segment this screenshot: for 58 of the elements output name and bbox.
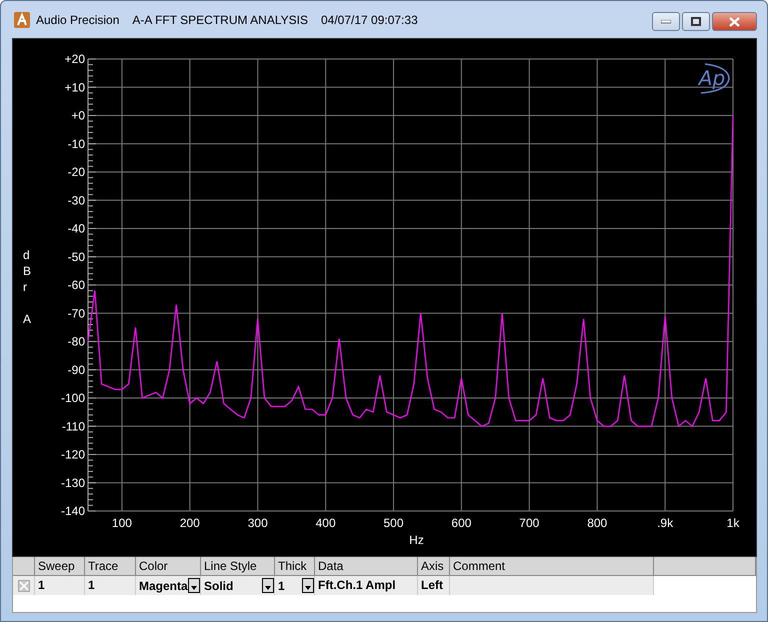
dropdown-cell[interactable]: Magenta — [136, 576, 201, 595]
y-tick-label: -70 — [68, 306, 85, 320]
y-tick-label: +10 — [64, 80, 85, 94]
cell-text: 1 — [278, 578, 285, 592]
y-tick-label: +0 — [71, 108, 85, 122]
dropdown-cell[interactable]: Solid — [201, 576, 275, 595]
cell-text: Magenta — [139, 578, 188, 592]
column-header[interactable]: Comment — [450, 557, 654, 576]
y-tick-label: -80 — [68, 334, 85, 348]
x-tick-label: .9k — [657, 516, 674, 530]
minimize-button[interactable] — [652, 12, 680, 31]
y-tick-label: -110 — [62, 419, 85, 434]
column-header[interactable]: Trace — [85, 557, 136, 576]
column-header[interactable]: Thick — [275, 557, 315, 576]
table-cell: Fft.Ch.1 Ampl — [315, 576, 418, 595]
column-header[interactable]: Sweep — [35, 557, 85, 576]
cell-text: Solid — [204, 578, 234, 592]
y-tick-label: -50 — [68, 250, 85, 264]
column-header[interactable]: Axis — [418, 557, 450, 576]
x-tick-label: 800 — [587, 516, 608, 530]
y-tick-label: -120 — [60, 448, 85, 462]
y-tick-label: -20 — [68, 165, 85, 179]
x-tick-label: 600 — [451, 516, 472, 530]
table-cell: 1 — [85, 576, 136, 595]
close-button[interactable] — [712, 12, 757, 31]
y-tick-label: -140 — [60, 504, 85, 518]
y-tick-label: -130 — [60, 476, 85, 490]
window-title: A-A FFT SPECTRUM ANALYSIS — [132, 12, 308, 26]
table-cell: 1 — [35, 576, 85, 595]
column-header[interactable]: Line Style — [201, 557, 275, 576]
x-tick-label: 200 — [180, 516, 200, 530]
window-title: 04/07/17 09:07:33 — [320, 12, 418, 26]
x-tick-label: 400 — [316, 516, 336, 530]
x-axis-label: Hz — [409, 533, 424, 547]
y-tick-label: +20 — [64, 52, 85, 66]
y-tick-label: -30 — [68, 193, 85, 208]
x-tick-label: 100 — [112, 516, 132, 530]
y-tick-label: -90 — [68, 362, 85, 377]
table-cell: Left — [418, 576, 450, 595]
ap-logo: Ap — [698, 63, 730, 94]
column-header[interactable]: Color — [136, 557, 201, 576]
y-tick-label: -100 — [60, 391, 85, 405]
window-title: Audio Precision — [36, 12, 120, 26]
x-tick-label: 700 — [519, 516, 540, 530]
x-tick-label: 1k — [726, 516, 740, 530]
maximize-button[interactable] — [682, 12, 710, 31]
y-tick-label: -10 — [68, 136, 85, 151]
x-tick-label: 300 — [248, 516, 268, 530]
y-tick-label: -40 — [68, 222, 85, 236]
y-tick-label: -60 — [68, 278, 85, 292]
dropdown-cell[interactable]: 1 — [275, 576, 315, 595]
app-icon — [14, 12, 30, 28]
maximize-icon — [691, 17, 701, 26]
x-tick-label: 500 — [384, 516, 404, 530]
minimize-icon — [661, 20, 671, 24]
close-icon — [729, 16, 740, 26]
y-axis-label: dBr A — [23, 248, 32, 326]
column-header[interactable]: Data — [315, 557, 418, 576]
